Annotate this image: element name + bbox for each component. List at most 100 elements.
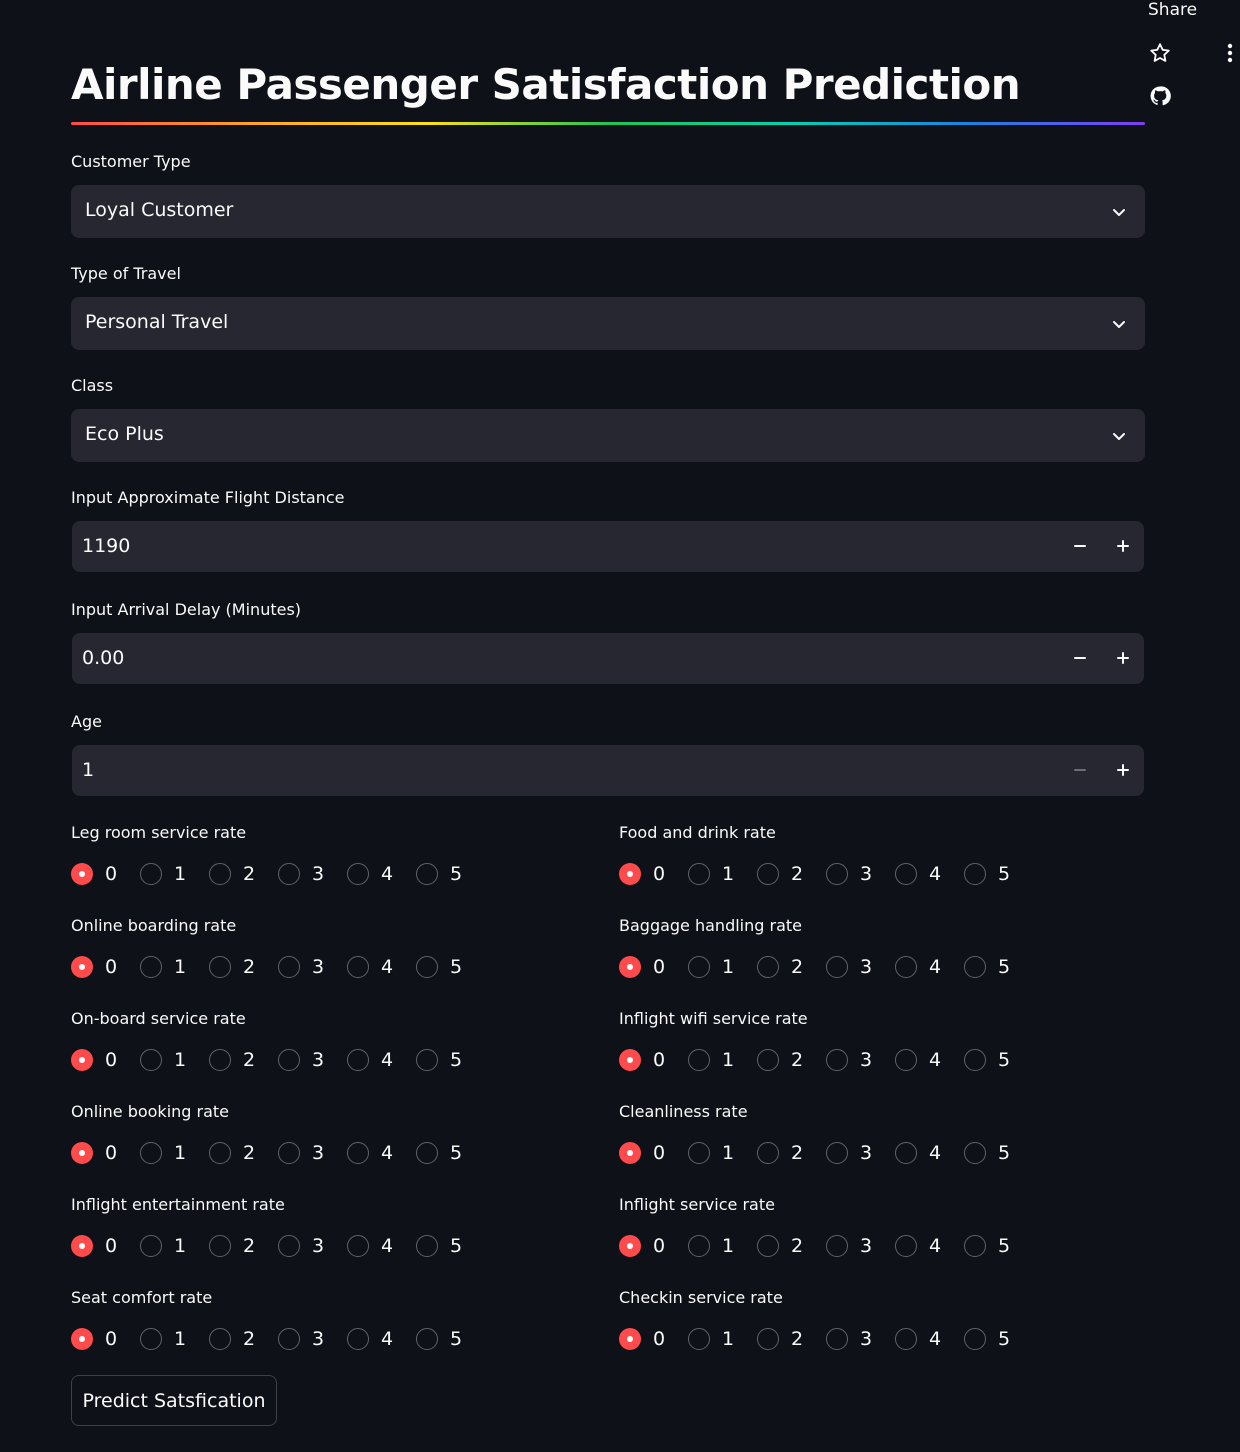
radio-option-3[interactable]: 3 — [278, 1140, 324, 1166]
radio-option-3[interactable]: 3 — [278, 1047, 324, 1073]
radio-option-1[interactable]: 1 — [688, 1047, 734, 1073]
radio-unchecked-icon[interactable] — [140, 1328, 162, 1350]
radio-unchecked-icon[interactable] — [278, 956, 300, 978]
radio-option-0[interactable]: 0 — [619, 1326, 665, 1352]
radio-checked-icon[interactable] — [71, 1142, 93, 1164]
radio-unchecked-icon[interactable] — [347, 1328, 369, 1350]
radio-option-1[interactable]: 1 — [688, 1233, 734, 1259]
radio-option-1[interactable]: 1 — [140, 1140, 186, 1166]
radio-option-4[interactable]: 4 — [347, 1140, 393, 1166]
radio-option-3[interactable]: 3 — [826, 1140, 872, 1166]
radio-option-5[interactable]: 5 — [964, 1326, 1010, 1352]
radio-option-1[interactable]: 1 — [140, 1233, 186, 1259]
radio-unchecked-icon[interactable] — [688, 1049, 710, 1071]
radio-option-1[interactable]: 1 — [140, 954, 186, 980]
radio-unchecked-icon[interactable] — [209, 956, 231, 978]
radio-option-5[interactable]: 5 — [416, 1140, 462, 1166]
radio-unchecked-icon[interactable] — [416, 1235, 438, 1257]
radio-option-1[interactable]: 1 — [140, 1326, 186, 1352]
radio-unchecked-icon[interactable] — [895, 956, 917, 978]
input-value[interactable]: 0.00 — [82, 647, 124, 669]
predict-button[interactable]: Predict Satsfication — [71, 1375, 277, 1426]
radio-option-3[interactable]: 3 — [826, 1326, 872, 1352]
radio-option-2[interactable]: 2 — [757, 1047, 803, 1073]
radio-unchecked-icon[interactable] — [347, 1142, 369, 1164]
radio-option-0[interactable]: 0 — [71, 954, 117, 980]
radio-unchecked-icon[interactable] — [895, 1235, 917, 1257]
radio-option-0[interactable]: 0 — [71, 1233, 117, 1259]
radio-unchecked-icon[interactable] — [826, 863, 848, 885]
radio-option-0[interactable]: 0 — [619, 1047, 665, 1073]
radio-checked-icon[interactable] — [619, 1328, 641, 1350]
radio-unchecked-icon[interactable] — [826, 1328, 848, 1350]
radio-option-1[interactable]: 1 — [140, 1047, 186, 1073]
plus-icon[interactable] — [1111, 758, 1135, 782]
radio-unchecked-icon[interactable] — [347, 1235, 369, 1257]
radio-option-3[interactable]: 3 — [826, 954, 872, 980]
radio-option-2[interactable]: 2 — [209, 1047, 255, 1073]
radio-unchecked-icon[interactable] — [416, 1328, 438, 1350]
radio-unchecked-icon[interactable] — [964, 1235, 986, 1257]
radio-unchecked-icon[interactable] — [757, 1049, 779, 1071]
radio-option-0[interactable]: 0 — [71, 1140, 117, 1166]
radio-option-4[interactable]: 4 — [895, 1326, 941, 1352]
radio-option-3[interactable]: 3 — [826, 1047, 872, 1073]
radio-option-2[interactable]: 2 — [757, 1326, 803, 1352]
radio-unchecked-icon[interactable] — [688, 863, 710, 885]
radio-option-5[interactable]: 5 — [964, 954, 1010, 980]
radio-checked-icon[interactable] — [71, 1328, 93, 1350]
radio-option-4[interactable]: 4 — [347, 954, 393, 980]
radio-option-4[interactable]: 4 — [895, 1233, 941, 1259]
radio-unchecked-icon[interactable] — [140, 1235, 162, 1257]
radio-option-5[interactable]: 5 — [416, 1326, 462, 1352]
radio-option-1[interactable]: 1 — [688, 1140, 734, 1166]
radio-option-2[interactable]: 2 — [757, 861, 803, 887]
radio-checked-icon[interactable] — [619, 1142, 641, 1164]
age-input[interactable]: 1 — [72, 745, 1144, 796]
radio-option-4[interactable]: 4 — [895, 1047, 941, 1073]
radio-unchecked-icon[interactable] — [209, 1049, 231, 1071]
radio-option-2[interactable]: 2 — [757, 954, 803, 980]
radio-checked-icon[interactable] — [619, 1235, 641, 1257]
radio-unchecked-icon[interactable] — [209, 1142, 231, 1164]
radio-option-3[interactable]: 3 — [278, 1326, 324, 1352]
radio-unchecked-icon[interactable] — [964, 1049, 986, 1071]
radio-unchecked-icon[interactable] — [895, 863, 917, 885]
radio-unchecked-icon[interactable] — [416, 956, 438, 978]
radio-unchecked-icon[interactable] — [895, 1142, 917, 1164]
radio-unchecked-icon[interactable] — [278, 1235, 300, 1257]
radio-unchecked-icon[interactable] — [347, 1049, 369, 1071]
radio-option-0[interactable]: 0 — [619, 861, 665, 887]
radio-unchecked-icon[interactable] — [140, 1142, 162, 1164]
radio-unchecked-icon[interactable] — [688, 956, 710, 978]
radio-unchecked-icon[interactable] — [140, 956, 162, 978]
radio-option-4[interactable]: 4 — [347, 861, 393, 887]
input-value[interactable]: 1 — [82, 759, 94, 781]
radio-option-2[interactable]: 2 — [209, 1140, 255, 1166]
kebab-menu-icon[interactable] — [1224, 41, 1236, 65]
radio-option-0[interactable]: 0 — [619, 954, 665, 980]
radio-option-1[interactable]: 1 — [688, 1326, 734, 1352]
radio-checked-icon[interactable] — [619, 956, 641, 978]
radio-option-1[interactable]: 1 — [688, 954, 734, 980]
radio-unchecked-icon[interactable] — [895, 1049, 917, 1071]
radio-unchecked-icon[interactable] — [688, 1142, 710, 1164]
star-icon[interactable] — [1148, 41, 1172, 65]
plus-icon[interactable] — [1111, 534, 1135, 558]
radio-unchecked-icon[interactable] — [140, 1049, 162, 1071]
radio-unchecked-icon[interactable] — [757, 956, 779, 978]
minus-icon[interactable] — [1068, 534, 1092, 558]
radio-unchecked-icon[interactable] — [416, 1049, 438, 1071]
radio-option-2[interactable]: 2 — [209, 1326, 255, 1352]
radio-option-4[interactable]: 4 — [347, 1047, 393, 1073]
radio-option-5[interactable]: 5 — [964, 1047, 1010, 1073]
radio-unchecked-icon[interactable] — [964, 1142, 986, 1164]
minus-icon[interactable] — [1068, 646, 1092, 670]
radio-option-0[interactable]: 0 — [619, 1233, 665, 1259]
radio-unchecked-icon[interactable] — [278, 863, 300, 885]
radio-unchecked-icon[interactable] — [347, 956, 369, 978]
radio-unchecked-icon[interactable] — [209, 1235, 231, 1257]
radio-checked-icon[interactable] — [71, 1049, 93, 1071]
radio-unchecked-icon[interactable] — [140, 863, 162, 885]
radio-option-2[interactable]: 2 — [209, 1233, 255, 1259]
